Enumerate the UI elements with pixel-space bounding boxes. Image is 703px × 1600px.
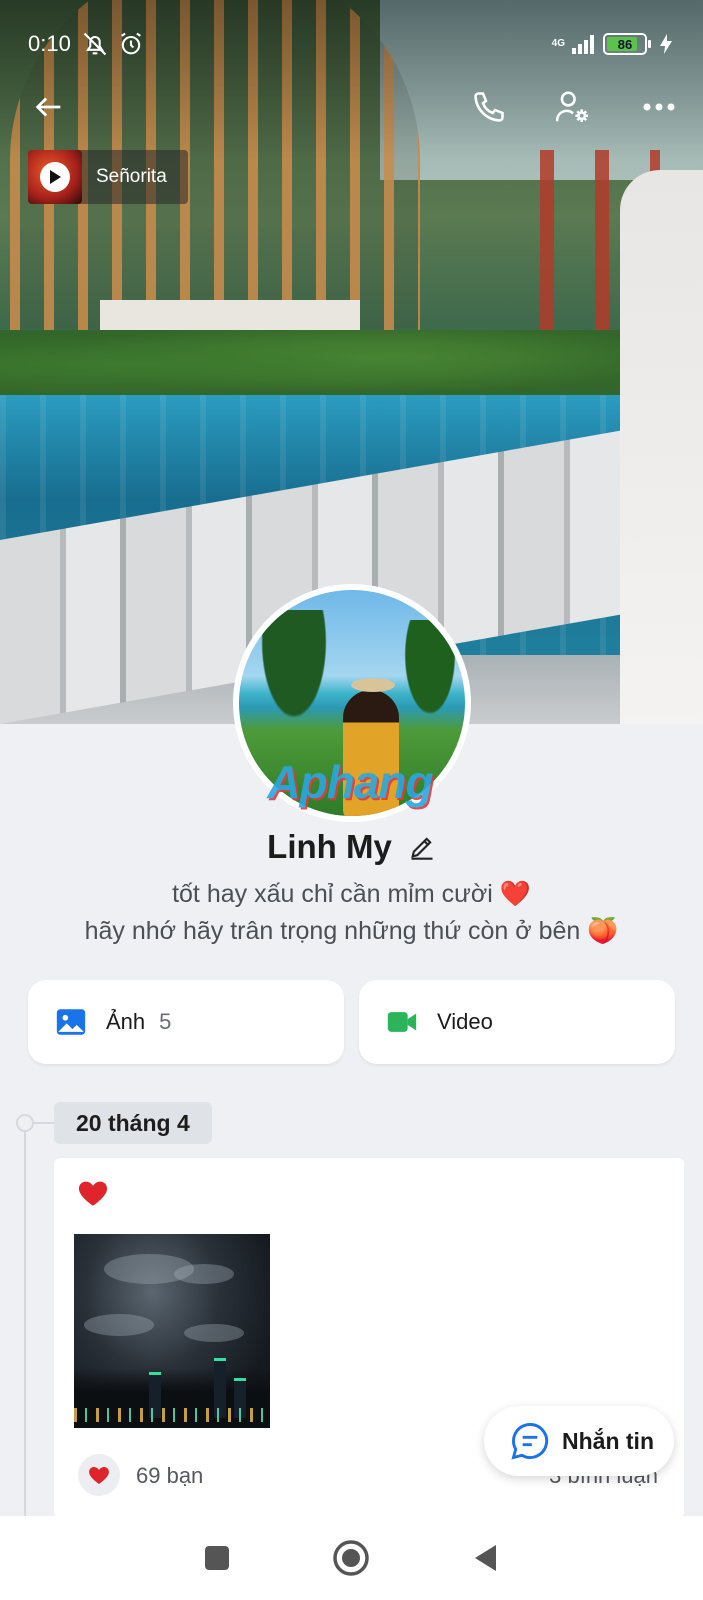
phone-icon (474, 92, 504, 122)
profile-bio-line-2: hãy nhớ hãy trân trọng những thứ còn ở b… (84, 917, 619, 945)
battery-level: 86 (617, 36, 633, 52)
timeline-line (24, 1122, 26, 1522)
profile-settings-button[interactable] (548, 82, 598, 132)
charging-icon (660, 34, 672, 54)
timeline-date: 20 tháng 4 (54, 1102, 212, 1144)
video-camera-icon (387, 1012, 417, 1032)
system-nav-bar (0, 1516, 703, 1600)
call-button[interactable] (464, 82, 514, 132)
battery-icon: 86 (603, 33, 651, 55)
network-type: 4G (551, 38, 565, 49)
profile-header (0, 82, 703, 138)
watermark-logo: Aphang (267, 756, 433, 808)
photos-count: 5 (159, 1009, 172, 1034)
home-button[interactable] (327, 1534, 375, 1582)
alarm-icon (120, 32, 141, 55)
music-cover (28, 150, 82, 204)
video-label: Video (437, 1009, 493, 1034)
message-button[interactable]: Nhắn tin (484, 1406, 674, 1476)
signal-icon (572, 35, 594, 54)
post-photo[interactable] (74, 1234, 270, 1428)
status-time: 0:10 (28, 31, 71, 56)
user-settings-icon (555, 91, 589, 123)
video-button[interactable]: Video (359, 980, 675, 1064)
heart-icon (89, 1467, 109, 1484)
back-arrow-icon (35, 97, 61, 117)
like-count[interactable]: 69 bạn (136, 1463, 203, 1489)
photos-button[interactable]: Ảnh 5 (28, 980, 344, 1064)
play-icon[interactable] (40, 162, 70, 192)
profile-music[interactable]: Señorita (28, 150, 188, 204)
recents-icon (205, 1546, 230, 1570)
message-label: Nhắn tin (562, 1427, 654, 1454)
heart-emoji (78, 1181, 108, 1206)
recents-button[interactable] (193, 1534, 241, 1582)
like-button[interactable] (78, 1454, 120, 1496)
more-icon (643, 103, 675, 111)
back-icon (474, 1545, 496, 1571)
nav-back-button[interactable] (462, 1534, 510, 1582)
more-options-button[interactable] (634, 82, 684, 132)
mute-icon (83, 32, 107, 56)
timeline-dot (16, 1114, 34, 1132)
back-button[interactable] (24, 82, 74, 132)
edit-icon[interactable] (408, 833, 436, 861)
photo-icon (56, 1009, 86, 1035)
profile-bio-line-1: tốt hay xấu chỉ cần mỉm cười ❤️ (172, 880, 531, 908)
profile-name: Linh My (267, 828, 392, 865)
profile-name-row: Linh My (0, 828, 703, 866)
status-bar: 0:10 4G 86 (28, 26, 673, 62)
photos-label: Ảnh (106, 1009, 146, 1034)
home-icon (333, 1540, 370, 1576)
chat-bubble-icon (511, 1423, 549, 1460)
music-title: Señorita (96, 166, 167, 187)
